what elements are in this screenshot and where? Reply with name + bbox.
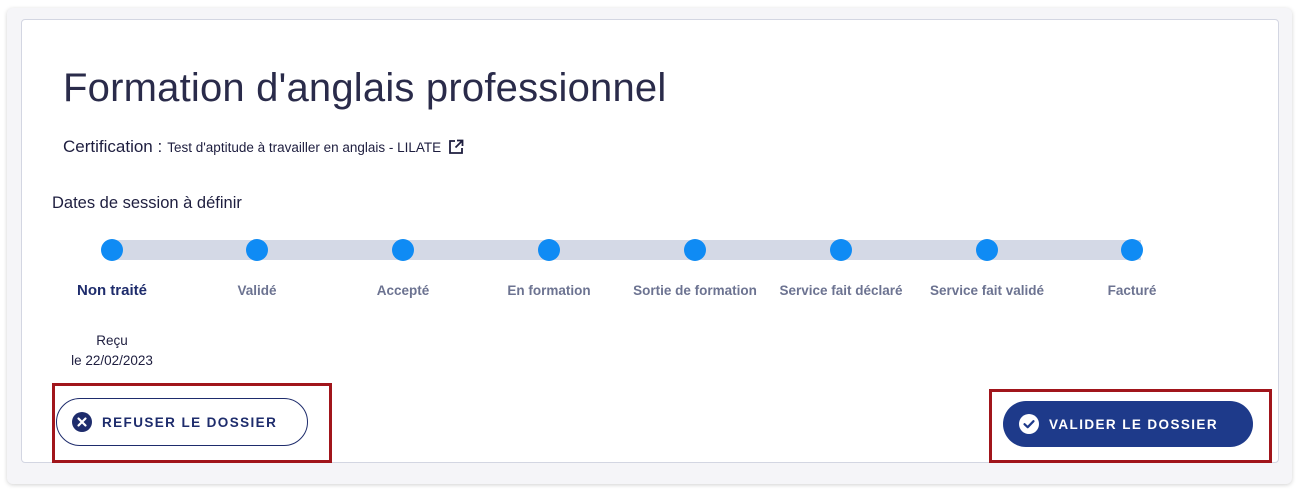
check-circle-icon <box>1019 414 1039 434</box>
page-title: Formation d'anglais professionnel <box>63 66 667 110</box>
step-dot-non-traite <box>101 239 123 261</box>
step-label-service-fait-valide: Service fait validé <box>929 283 1045 298</box>
close-circle-icon <box>72 412 92 432</box>
step-dot-service-fait-declare <box>830 239 852 261</box>
step-label-facture: Facturé <box>1107 283 1157 298</box>
training-card: Formation d'anglais professionnel Certif… <box>21 19 1279 463</box>
step-dot-sortie-de-formation <box>684 239 706 261</box>
step-label-accepte: Accepté <box>376 283 430 298</box>
session-dates: Dates de session à définir <box>52 194 242 212</box>
validate-dossier-button[interactable]: VALIDER LE DOSSIER <box>1003 401 1253 447</box>
refuse-dossier-button[interactable]: REFUSER LE DOSSIER <box>56 398 308 446</box>
step-dot-en-formation <box>538 239 560 261</box>
step-received-date: Reçu le 22/02/2023 <box>47 331 177 371</box>
certification-value: Test d'aptitude à travailler en anglais … <box>167 139 442 155</box>
step-dot-valide <box>246 239 268 261</box>
certification-line: Certification : Test d'aptitude à travai… <box>63 137 465 157</box>
received-date: le 22/02/2023 <box>71 353 153 368</box>
step-label-en-formation: En formation <box>507 283 591 298</box>
validate-dossier-label: VALIDER LE DOSSIER <box>1049 416 1218 432</box>
step-label-service-fait-declare: Service fait déclaré <box>779 283 903 298</box>
step-label-sortie-de-formation: Sortie de formation <box>633 283 757 298</box>
step-dot-accepte <box>392 239 414 261</box>
external-link-icon[interactable] <box>447 138 465 156</box>
step-dot-service-fait-valide <box>976 239 998 261</box>
refuse-dossier-label: REFUSER LE DOSSIER <box>102 414 278 430</box>
step-dot-facture <box>1121 239 1143 261</box>
step-label-valide: Validé <box>237 283 277 298</box>
step-label-non-traite: Non traité <box>76 282 147 299</box>
certification-label: Certification : <box>63 137 163 156</box>
received-label: Reçu <box>96 333 128 348</box>
